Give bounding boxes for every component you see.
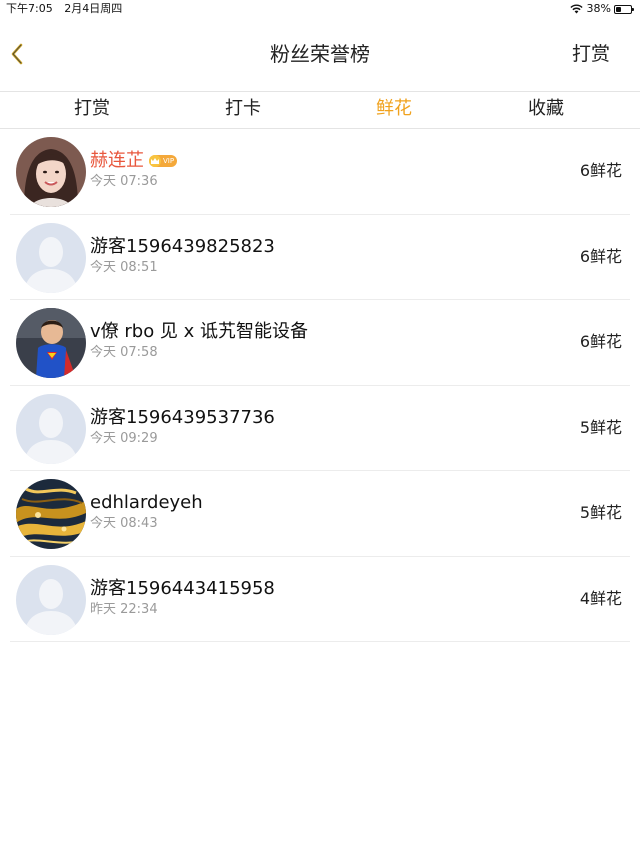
avatar — [16, 393, 86, 464]
page-title: 粉丝荣誉榜 — [270, 42, 370, 66]
fan-time: 昨天 22:34 — [90, 601, 158, 617]
avatar — [16, 479, 86, 549]
tab-checkin[interactable]: 打卡 — [183, 92, 303, 128]
list-item[interactable]: 游客1596443415958 昨天 22:34 4鲜花 — [0, 557, 640, 642]
fan-name-line: 游客1596439825823 — [90, 235, 275, 259]
fan-name: 游客1596439537736 — [90, 406, 275, 428]
vip-badge: VIP — [149, 155, 178, 167]
flower-count: 6鲜花 — [579, 246, 622, 266]
list-item[interactable]: v僚 rbo 见 x 诋艽智能设备 今天 07:58 6鲜花 — [0, 300, 640, 386]
fan-name-line: v僚 rbo 见 x 诋艽智能设备 — [90, 320, 308, 344]
status-date: 2月4日周四 — [64, 2, 123, 15]
fan-name: v僚 rbo 见 x 诋艽智能设备 — [90, 321, 309, 342]
child-superman-photo-icon — [16, 308, 86, 378]
crown-icon — [149, 155, 161, 167]
list-item[interactable]: 赫连芷 VIP 今天 07:36 6鲜花 — [0, 129, 640, 215]
status-left: 下午7:05 2月4日周四 — [6, 0, 130, 18]
fan-name-line: 赫连芷 VIP — [90, 149, 178, 173]
fan-name-line: 游客1596439537736 — [90, 406, 275, 430]
flower-count: 5鲜花 — [579, 503, 622, 522]
list-item[interactable]: edhlardeyeh 今天 08:43 5鲜花 — [0, 471, 640, 557]
tab-flowers[interactable]: 鲜花 — [334, 92, 454, 128]
flower-count: 5鲜花 — [579, 417, 622, 437]
list-item[interactable]: 游客1596439537736 今天 09:29 5鲜花 — [0, 386, 640, 471]
fan-name-line: 游客1596443415958 — [90, 577, 275, 601]
fan-name: edhlardeyeh — [90, 492, 203, 513]
avatar — [16, 564, 86, 635]
fan-time: 今天 08:43 — [90, 516, 158, 531]
flower-count: 4鲜花 — [579, 588, 622, 608]
avatar — [16, 137, 86, 207]
tab-bar: 打赏 打卡 鲜花 收藏 — [0, 92, 640, 128]
fan-time: 今天 07:58 — [90, 345, 158, 360]
battery-fill — [616, 6, 621, 12]
battery-percent: 38% — [586, 2, 611, 15]
fan-time: 今天 09:29 — [90, 430, 158, 446]
row-divider — [10, 641, 630, 642]
fan-name: 游客1596443415958 — [90, 577, 275, 599]
default-avatar-icon — [16, 564, 86, 635]
fan-time: 今天 08:51 — [90, 259, 158, 275]
fan-name-line: edhlardeyeh — [90, 491, 203, 515]
golden-abstract-photo-icon — [16, 479, 86, 549]
fan-time: 今天 07:36 — [90, 174, 158, 189]
status-bar: 下午7:05 2月4日周四 38% — [0, 0, 640, 18]
fan-list: 赫连芷 VIP 今天 07:36 6鲜花 游客1596439825823 今天 … — [0, 129, 640, 642]
list-item[interactable]: 游客1596439825823 今天 08:51 6鲜花 — [0, 215, 640, 300]
flower-count: 6鲜花 — [579, 161, 622, 180]
battery-icon — [614, 4, 634, 14]
navigation-bar: 粉丝荣誉榜 打赏 — [0, 18, 640, 90]
status-time: 下午7:05 — [6, 2, 53, 15]
tab-reward[interactable]: 打赏 — [32, 92, 152, 128]
girl-photo-icon — [16, 137, 86, 207]
fan-name: 赫连芷 — [90, 150, 144, 171]
default-avatar-icon — [16, 393, 86, 464]
status-right: 38% — [569, 0, 634, 18]
avatar — [16, 222, 86, 293]
flower-count: 6鲜花 — [579, 332, 622, 351]
fan-name: 游客1596439825823 — [90, 235, 275, 257]
reward-button[interactable]: 打赏 — [572, 40, 610, 68]
wifi-icon — [569, 4, 583, 14]
tab-favorites[interactable]: 收藏 — [486, 92, 606, 128]
default-avatar-icon — [16, 222, 86, 293]
vip-label: VIP — [163, 157, 175, 165]
avatar — [16, 308, 86, 378]
